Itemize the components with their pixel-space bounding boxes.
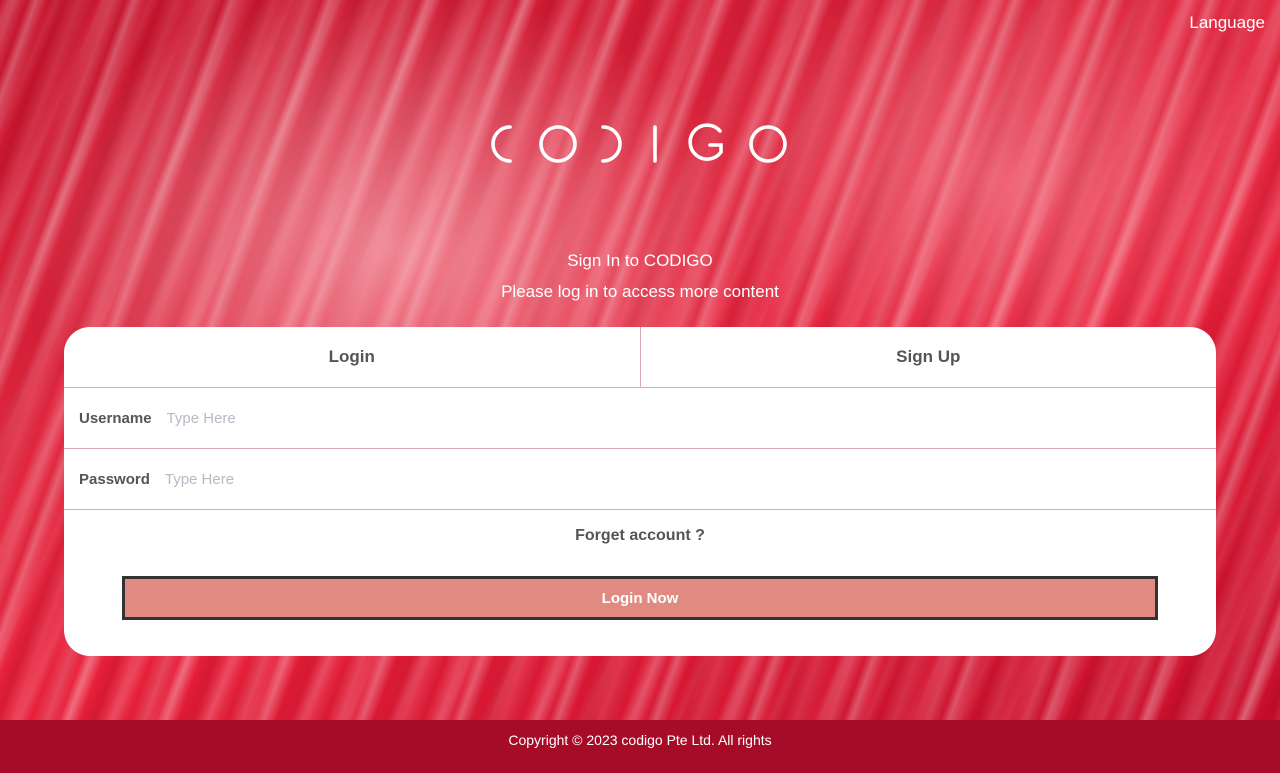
tab-sign-up[interactable]: Sign Up (639, 327, 1217, 387)
password-input[interactable] (164, 470, 1216, 488)
sign-in-title: Sign In to CODIGO (567, 251, 713, 270)
codigo-logo (491, 123, 787, 163)
login-page: Language Sign In to CODIGO Please log in… (0, 0, 1280, 773)
sign-in-subtitle: Please log in to access more content (501, 282, 779, 301)
password-label: Password (79, 470, 150, 488)
password-row: Password (64, 449, 1216, 510)
language-menu[interactable]: Language (1189, 13, 1265, 33)
footer-copyright: Copyright © 2023 codigo Pte Ltd. All rig… (0, 720, 1280, 773)
login-card: Login Sign Up Username Password Forget a… (64, 327, 1216, 656)
login-now-button[interactable]: Login Now (122, 576, 1158, 620)
forget-account-link[interactable]: Forget account ? (64, 527, 1216, 545)
tab-login[interactable]: Login (64, 327, 640, 387)
auth-tabs: Login Sign Up (64, 327, 1216, 388)
username-label: Username (79, 409, 152, 427)
username-input[interactable] (166, 409, 1216, 427)
username-row: Username (64, 388, 1216, 449)
